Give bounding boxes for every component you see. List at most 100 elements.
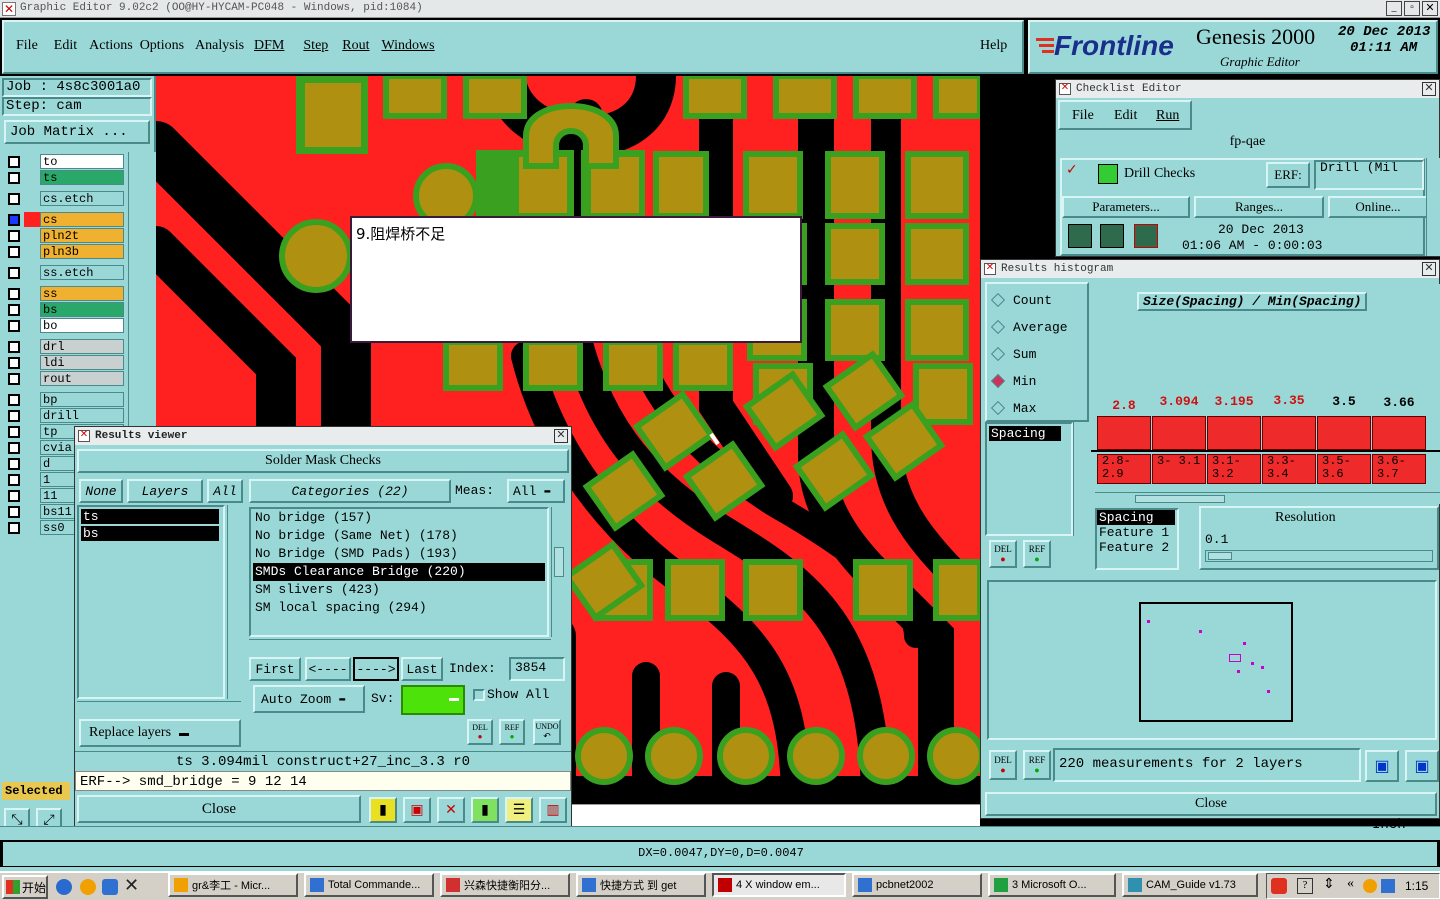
radio-diamond-icon[interactable] xyxy=(990,319,1006,335)
menu-edit[interactable]: Edit xyxy=(54,38,77,54)
categories-button[interactable]: Categories (22) xyxy=(249,479,451,503)
menu-windows[interactable]: Windows xyxy=(382,38,435,54)
last-button[interactable]: Last xyxy=(401,657,443,681)
close-window-button[interactable]: ✕ xyxy=(1422,1,1438,16)
show-all-checkbox[interactable] xyxy=(473,689,485,701)
histogram-range-label[interactable]: 3.6- 3.7 xyxy=(1372,454,1426,484)
layer-color-swatch[interactable] xyxy=(24,424,40,439)
category-item[interactable]: SM local spacing (294) xyxy=(253,599,545,617)
layer-row-to[interactable]: to xyxy=(6,154,124,169)
tray-icon-s[interactable] xyxy=(1271,878,1287,894)
histogram-range-label[interactable]: 3.5- 3.6 xyxy=(1317,454,1371,484)
layer-checkbox[interactable] xyxy=(8,172,20,184)
layer-checkbox[interactable] xyxy=(8,193,20,205)
layer-checkbox[interactable] xyxy=(8,506,20,518)
layer-row-pln2t[interactable]: pln2t xyxy=(6,228,124,243)
histogram-range-label[interactable]: 3- 3.1 xyxy=(1152,454,1206,484)
preview-ref-button[interactable]: REF ● xyxy=(1023,750,1051,780)
auto-zoom-select[interactable]: Auto Zoom ▬ xyxy=(253,685,365,713)
layer-color-swatch[interactable] xyxy=(24,302,40,317)
menu-rout[interactable]: Rout xyxy=(342,38,369,54)
layer-row-cs[interactable]: cs xyxy=(6,212,124,227)
histogram-bar[interactable] xyxy=(1317,416,1371,450)
erf-field[interactable]: Drill (Mil xyxy=(1314,160,1424,190)
x-quicklaunch-icon[interactable]: ✕ xyxy=(124,875,139,896)
layer-checkbox[interactable] xyxy=(8,288,20,300)
tray-app-icon-2[interactable] xyxy=(1381,879,1395,893)
layer-color-swatch[interactable] xyxy=(24,244,40,259)
checklist-close-icon[interactable]: ✕ xyxy=(1422,82,1436,96)
layer-checkbox[interactable] xyxy=(8,156,20,168)
layer-checkbox[interactable] xyxy=(8,357,20,369)
menu-step[interactable]: Step xyxy=(303,38,328,54)
layer-row-ts[interactable]: ts xyxy=(6,170,124,185)
histogram-range-label[interactable]: 3.3- 3.4 xyxy=(1262,454,1316,484)
layer-color-swatch[interactable] xyxy=(24,504,40,519)
histogram-bar[interactable] xyxy=(1097,416,1151,450)
layer-checkbox[interactable] xyxy=(8,267,20,279)
layers-none-button[interactable]: None xyxy=(79,479,123,503)
layer-color-swatch[interactable] xyxy=(24,339,40,354)
layer-checkbox[interactable] xyxy=(8,246,20,258)
layer-checkbox[interactable] xyxy=(8,394,20,406)
layer-checkbox[interactable] xyxy=(8,373,20,385)
preview-board[interactable] xyxy=(1139,602,1293,722)
rv-histogram-icon[interactable]: ▥ xyxy=(539,797,567,823)
layer-color-swatch[interactable] xyxy=(24,265,40,280)
histogram-option-sum[interactable]: Sum xyxy=(990,344,1036,364)
run-icon-2[interactable] xyxy=(1100,224,1124,248)
app-quicklaunch-icon[interactable] xyxy=(102,879,118,895)
histogram-option-min[interactable]: Min xyxy=(990,371,1036,391)
index-field[interactable]: 3854 xyxy=(509,657,565,681)
results-viewer-close-icon[interactable]: ✕ xyxy=(554,429,568,443)
histogram-hscroll[interactable] xyxy=(1095,492,1440,504)
taskbar-item[interactable]: Total Commande... xyxy=(304,873,434,897)
minimize-button[interactable]: _ xyxy=(1386,1,1402,16)
layer-checkbox[interactable] xyxy=(8,426,20,438)
histogram-export-icon-2[interactable]: ▣ xyxy=(1405,750,1439,782)
histogram-range-label[interactable]: 2.8- 2.9 xyxy=(1097,454,1151,484)
histogram-ref-button[interactable]: REF ● xyxy=(1023,540,1051,568)
histogram-del-button[interactable]: DEL ● xyxy=(989,540,1017,568)
layer-checkbox[interactable] xyxy=(8,410,20,422)
layer-row-drill[interactable]: drill xyxy=(6,408,124,423)
menu-file[interactable]: File xyxy=(16,38,38,54)
category-item[interactable]: No bridge (157) xyxy=(253,509,545,527)
histogram-option-average[interactable]: Average xyxy=(990,317,1068,337)
preview-del-button[interactable]: DEL ● xyxy=(989,750,1017,780)
layer-color-swatch[interactable] xyxy=(24,472,40,487)
category-vscroll[interactable] xyxy=(551,507,567,637)
layer-row-ss.etch[interactable]: ss.etch xyxy=(6,265,124,280)
category-list[interactable]: No bridge (157) No bridge (Same Net) (178… xyxy=(249,507,549,637)
maximize-button[interactable]: ▫ xyxy=(1404,1,1420,16)
layers-all-button[interactable]: All xyxy=(207,479,243,503)
results-layer-list[interactable]: ts bs xyxy=(77,505,225,699)
checklist-menu-file[interactable]: File xyxy=(1072,108,1094,124)
category-hscroll[interactable] xyxy=(249,639,551,653)
radio-diamond-icon[interactable] xyxy=(990,373,1006,389)
rv-close-button[interactable]: Close xyxy=(77,795,361,823)
next-button[interactable]: ----> xyxy=(353,657,399,681)
layer-color-swatch[interactable] xyxy=(24,286,40,301)
check-enabled-icon[interactable]: ✓ xyxy=(1066,162,1078,178)
menu-options[interactable]: Options xyxy=(140,38,184,54)
ranges-button[interactable]: Ranges... xyxy=(1194,196,1324,218)
histogram-export-icon-1[interactable]: ▣ xyxy=(1365,750,1399,782)
replace-layers-button[interactable]: Replace layers ▬ xyxy=(79,719,241,747)
sv-color-select[interactable]: ▬ xyxy=(401,685,465,715)
layer-row-drl[interactable]: drl xyxy=(6,339,124,354)
rv-tool-icon-3[interactable]: ✕ xyxy=(437,797,465,823)
layer-checkbox[interactable] xyxy=(8,214,20,226)
prev-button[interactable]: <---- xyxy=(305,657,351,681)
rv-tool-icon-5[interactable]: ☰ xyxy=(505,797,533,823)
layer-color-swatch[interactable] xyxy=(24,392,40,407)
layer-row-ldi[interactable]: ldi xyxy=(6,355,124,370)
category-item[interactable]: No Bridge (SMD Pads) (193) xyxy=(253,545,545,563)
layer-checkbox[interactable] xyxy=(8,490,20,502)
histogram-close-button[interactable]: Close xyxy=(985,792,1437,816)
first-button[interactable]: First xyxy=(249,657,301,681)
histogram-option-count[interactable]: Count xyxy=(990,290,1052,310)
job-matrix-button[interactable]: Job Matrix ... xyxy=(4,120,150,144)
rv-undo-button[interactable]: UNDO ↶ xyxy=(533,719,561,745)
help-menu[interactable]: Help xyxy=(980,38,1007,54)
